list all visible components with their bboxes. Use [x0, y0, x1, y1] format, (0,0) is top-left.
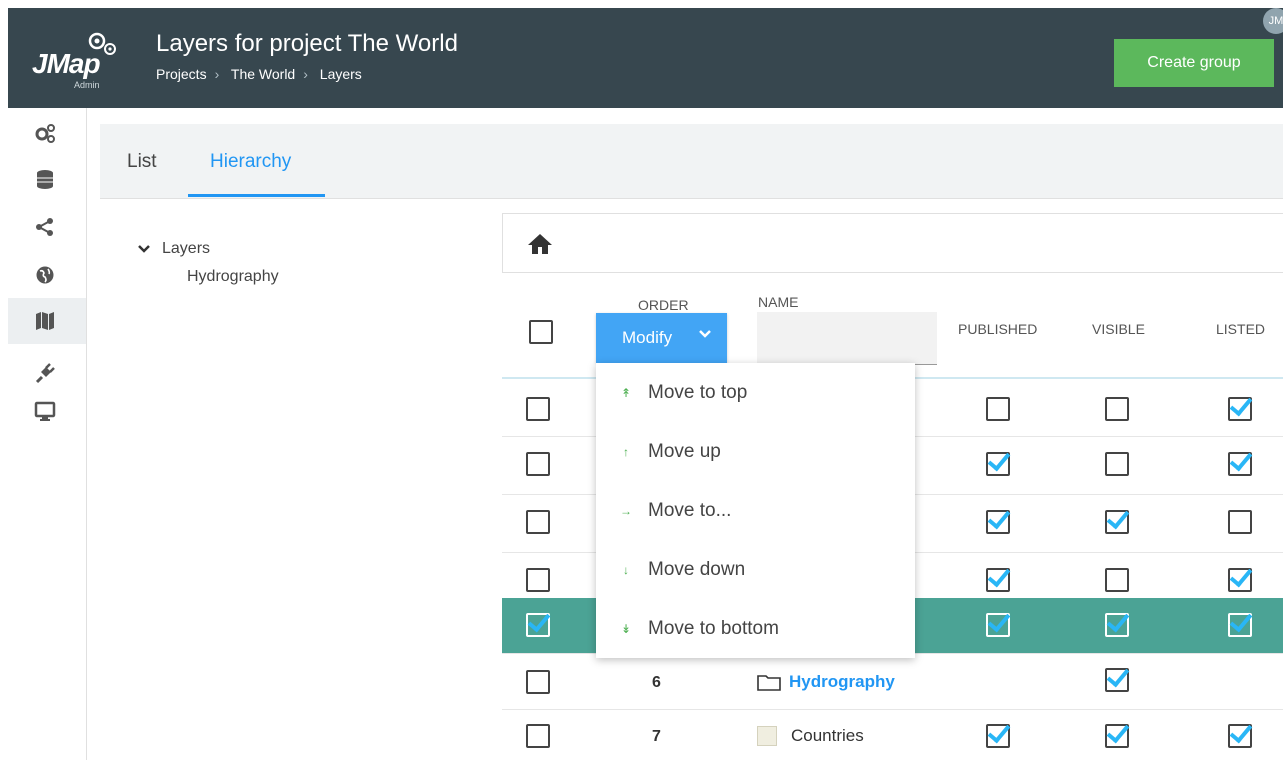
column-header-listed[interactable]: LISTED	[1216, 321, 1265, 337]
page-title: Layers for project The World	[156, 30, 458, 57]
move-to-top-icon: ↟	[620, 385, 632, 400]
move-to-bottom-icon: ↡	[620, 621, 632, 636]
menu-item-move-to-top[interactable]: ↟ Move to top	[596, 363, 915, 422]
breadcrumb: Projects › The World › Layers	[156, 66, 370, 82]
layer-tree: Layers Hydrography	[138, 240, 279, 286]
tab-list[interactable]: List	[127, 151, 157, 173]
create-group-button[interactable]: Create group	[1114, 39, 1274, 87]
row-name-cell[interactable]: Countries	[757, 726, 864, 746]
column-header-order[interactable]: ORDER	[638, 297, 689, 313]
column-header-published[interactable]: PUBLISHED	[958, 321, 1037, 337]
menu-item-move-down[interactable]: ↓ Move down	[596, 540, 915, 599]
nav-settings[interactable]	[8, 122, 86, 168]
row-select-checkbox[interactable]	[526, 452, 550, 476]
select-all-checkbox[interactable]	[529, 320, 553, 344]
modify-order-menu: ↟ Move to top ↑ Move up → Move to... ↓ M…	[596, 363, 915, 658]
menu-item-move-to-bottom[interactable]: ↡ Move to bottom	[596, 599, 915, 658]
listed-checkbox[interactable]	[1228, 724, 1252, 748]
map-icon	[36, 312, 54, 330]
active-tab-indicator	[188, 194, 325, 197]
nav-database[interactable]	[8, 168, 86, 214]
published-checkbox[interactable]	[986, 724, 1010, 748]
nav-display[interactable]	[8, 400, 86, 446]
row-select-checkbox[interactable]	[526, 670, 550, 694]
layer-style-swatch	[757, 726, 777, 746]
listed-checkbox[interactable]	[1228, 568, 1252, 592]
database-icon	[37, 170, 53, 189]
tree-node-hydrography[interactable]: Hydrography	[187, 268, 279, 286]
row-name: Countries	[791, 726, 864, 745]
tab-hierarchy[interactable]: Hierarchy	[210, 151, 291, 173]
table-row[interactable]: 7 Countries	[502, 710, 1283, 760]
row-select-checkbox[interactable]	[526, 568, 550, 592]
visible-checkbox[interactable]	[1105, 724, 1129, 748]
listed-checkbox[interactable]	[1228, 397, 1252, 421]
chevron-down-icon	[138, 245, 150, 253]
home-icon[interactable]	[527, 232, 553, 256]
tab-bar: List Hierarchy	[100, 124, 1283, 199]
published-checkbox[interactable]	[986, 568, 1010, 592]
menu-item-label: Move down	[648, 558, 746, 580]
menu-item-label: Move to bottom	[648, 617, 779, 639]
visible-checkbox[interactable]	[1105, 568, 1129, 592]
tree-node-layers[interactable]: Layers	[138, 240, 279, 258]
breadcrumb-projects[interactable]: Projects	[156, 66, 207, 82]
top-bar: JMap Admin Layers for project The World …	[8, 8, 1283, 108]
folder-icon	[757, 675, 781, 691]
row-name-link[interactable]: Hydrography	[757, 672, 895, 692]
gears-icon	[35, 124, 55, 143]
logo-text: JMap	[32, 48, 101, 79]
breadcrumb-layers: Layers	[319, 66, 362, 82]
modify-order-button[interactable]: Modify	[596, 313, 727, 363]
menu-item-label: Move to top	[648, 381, 748, 403]
tree-node-label: Layers	[162, 240, 211, 257]
visible-checkbox[interactable]	[1105, 613, 1129, 637]
menu-item-move-to[interactable]: → Move to...	[596, 481, 915, 540]
column-header-name[interactable]: NAME	[758, 294, 798, 310]
modify-label: Modify	[622, 328, 673, 347]
nav-map[interactable]	[8, 298, 86, 344]
listed-checkbox[interactable]	[1228, 452, 1252, 476]
visible-checkbox[interactable]	[1105, 397, 1129, 421]
arrow-right-icon: →	[620, 503, 632, 518]
share-icon	[36, 218, 53, 236]
row-order: 7	[652, 728, 661, 745]
visible-checkbox[interactable]	[1105, 452, 1129, 476]
menu-item-move-up[interactable]: ↑ Move up	[596, 422, 915, 481]
published-checkbox[interactable]	[986, 452, 1010, 476]
arrow-up-icon: ↑	[623, 444, 629, 459]
arrow-down-icon: ↓	[623, 562, 629, 577]
published-checkbox[interactable]	[986, 397, 1010, 421]
row-select-checkbox[interactable]	[526, 724, 550, 748]
row-order: 6	[652, 674, 661, 691]
table-row[interactable]: 6 Hydrography	[502, 654, 1283, 710]
column-header-visible[interactable]: VISIBLE	[1092, 321, 1145, 337]
nav-share[interactable]	[8, 216, 86, 262]
published-checkbox[interactable]	[986, 613, 1010, 637]
row-select-checkbox[interactable]	[526, 397, 550, 421]
chevron-down-icon	[699, 330, 711, 338]
plug-icon	[35, 363, 55, 384]
published-checkbox[interactable]	[986, 510, 1010, 534]
row-select-checkbox[interactable]	[526, 613, 550, 637]
visible-checkbox[interactable]	[1105, 668, 1129, 692]
menu-item-label: Move to...	[648, 499, 732, 521]
listed-checkbox[interactable]	[1228, 613, 1252, 637]
breadcrumb-separator: ›	[214, 66, 220, 82]
monitor-icon	[34, 401, 56, 421]
row-select-checkbox[interactable]	[526, 510, 550, 534]
listed-checkbox[interactable]	[1228, 510, 1252, 534]
home-breadcrumb-bar	[502, 213, 1283, 273]
left-sidebar	[8, 108, 87, 760]
menu-item-label: Move up	[648, 440, 721, 462]
breadcrumb-separator: ›	[303, 66, 308, 82]
name-filter-input[interactable]	[757, 312, 937, 365]
row-name: Hydrography	[789, 672, 895, 691]
jmap-logo[interactable]: JMap Admin	[32, 30, 132, 90]
logo-admin-label: Admin	[74, 80, 100, 90]
breadcrumb-the-world[interactable]: The World	[231, 66, 295, 82]
globe-icon	[36, 266, 54, 284]
visible-checkbox[interactable]	[1105, 510, 1129, 534]
user-avatar[interactable]: JM	[1263, 8, 1283, 34]
